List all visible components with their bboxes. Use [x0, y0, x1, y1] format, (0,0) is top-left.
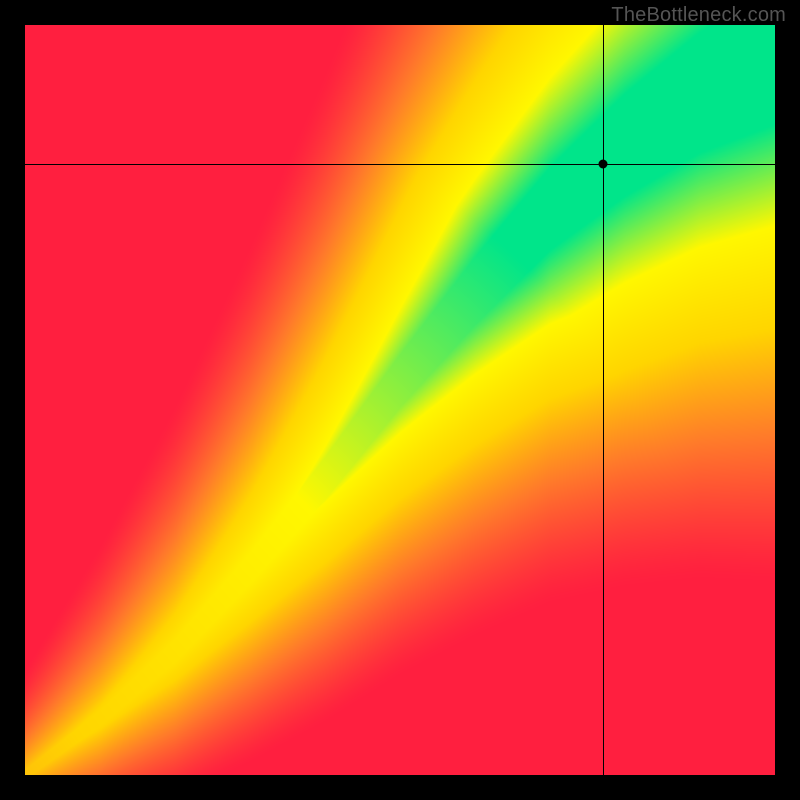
heatmap-canvas [25, 25, 775, 775]
crosshair-horizontal [25, 164, 775, 165]
chart-frame: TheBottleneck.com [0, 0, 800, 800]
watermark-text: TheBottleneck.com [611, 4, 786, 27]
plot-area [25, 25, 775, 775]
crosshair-vertical [603, 25, 604, 775]
crosshair-point [598, 159, 607, 168]
